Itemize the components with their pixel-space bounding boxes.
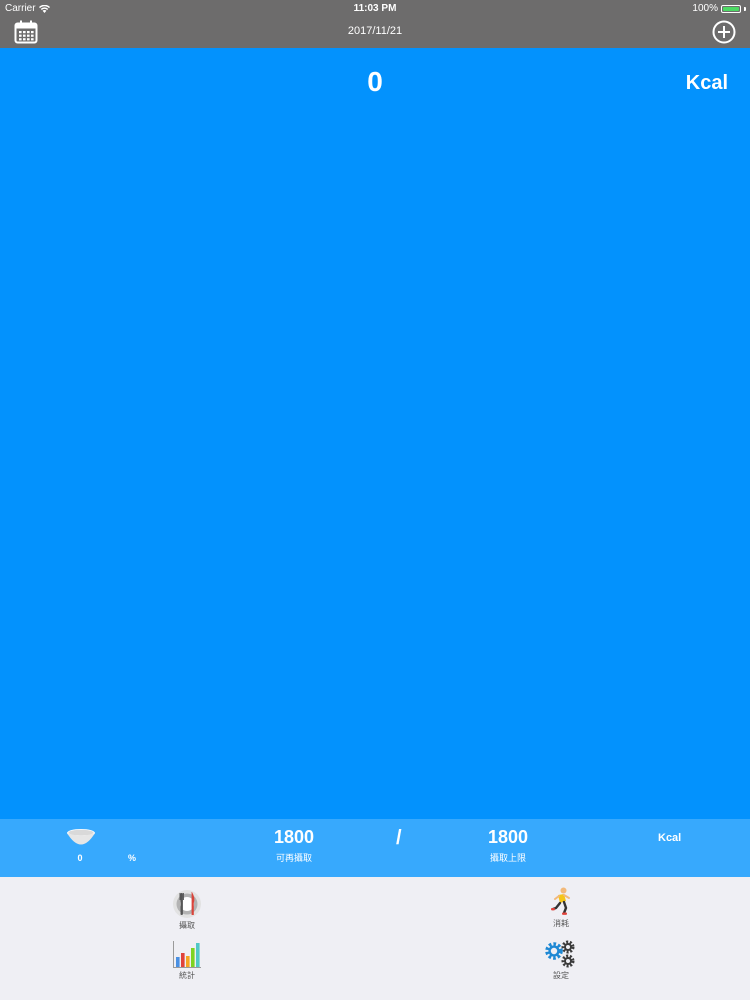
tab-stats[interactable]: 統計 bbox=[157, 941, 217, 981]
status-bar: Carrier 11:03 PM 100% bbox=[0, 0, 750, 16]
plus-circle-icon bbox=[712, 20, 736, 44]
summary-bar: 0 % 1800 可再攝取 / 1800 攝取上限 Kcal bbox=[0, 819, 750, 877]
battery-tip bbox=[744, 6, 746, 11]
consumed-kcal-unit: Kcal bbox=[685, 72, 728, 94]
add-entry-button[interactable] bbox=[710, 18, 738, 46]
bowl-icon bbox=[67, 829, 95, 845]
intake-percent-unit: % bbox=[128, 853, 137, 863]
nav-bar: 2017/11/21 bbox=[0, 16, 750, 48]
clock: 11:03 PM bbox=[353, 3, 397, 14]
tab-burn[interactable]: 消耗 bbox=[531, 887, 591, 929]
remaining-label: 可再攝取 bbox=[275, 853, 312, 863]
limit-value: 1800 bbox=[487, 827, 529, 847]
battery-icon bbox=[721, 4, 741, 13]
runner-icon bbox=[551, 887, 570, 915]
tab-settings[interactable]: 設定 bbox=[531, 939, 591, 981]
tab-intake[interactable]: 攝取 bbox=[157, 889, 217, 931]
battery-info: 100% bbox=[692, 3, 746, 14]
tab-burn-label: 消耗 bbox=[553, 919, 569, 928]
bar-chart-icon bbox=[173, 941, 201, 968]
separator: / bbox=[396, 827, 402, 849]
intake-percent-value: 0 bbox=[77, 853, 83, 863]
intake-limit: 1800 攝取上限 bbox=[448, 827, 568, 864]
calorie-display-area: 0 Kcal bbox=[0, 48, 750, 819]
remaining-value: 1800 bbox=[273, 827, 315, 847]
summary-unit: Kcal bbox=[658, 832, 682, 844]
tab-stats-label: 統計 bbox=[179, 971, 195, 980]
tab-bar: 攝取 消耗 統計 設定 bbox=[0, 877, 750, 1000]
battery-percent: 100% bbox=[692, 3, 718, 14]
utensils-icon bbox=[173, 890, 201, 918]
consumed-kcal-value: 0 bbox=[367, 66, 383, 97]
tab-intake-label: 攝取 bbox=[179, 921, 195, 930]
remaining-intake: 1800 可再攝取 bbox=[234, 827, 354, 864]
gears-icon bbox=[545, 940, 575, 968]
battery-level bbox=[723, 6, 739, 11]
date-title[interactable]: 2017/11/21 bbox=[0, 25, 750, 37]
tab-settings-label: 設定 bbox=[553, 971, 569, 980]
limit-label: 攝取上限 bbox=[489, 853, 526, 863]
